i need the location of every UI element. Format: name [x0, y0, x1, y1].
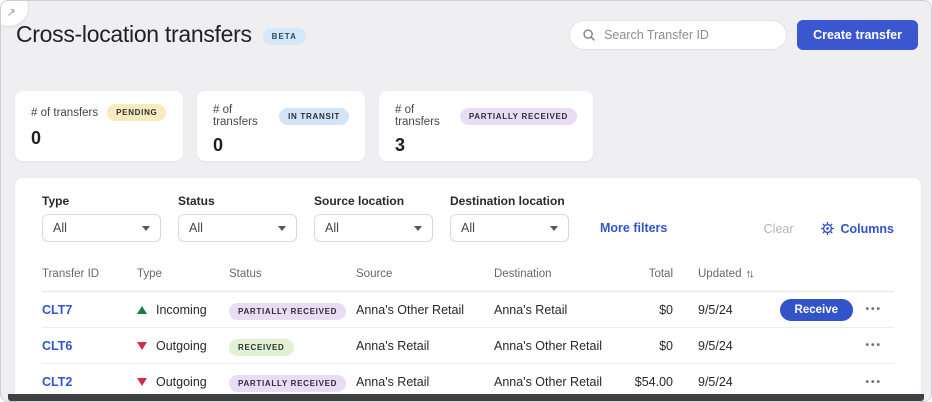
filter-source-location: Source location All [314, 194, 433, 242]
type-cell: Incoming [137, 303, 229, 317]
row-menu-button[interactable]: ••• [863, 304, 894, 315]
destination-cell: Anna's Other Retail [494, 375, 613, 389]
type-label: Outgoing [156, 339, 207, 353]
beta-badge: BETA [263, 28, 306, 45]
status-cell: RECEIVED [229, 339, 356, 353]
col-status: Status [229, 268, 356, 280]
action-cell: Receive [761, 299, 863, 321]
filter-status: Status All [178, 194, 297, 242]
table-row[interactable]: CLT6 Outgoing RECEIVED Anna's Retail Ann… [42, 328, 894, 364]
updated-cell: 9/5/24 [673, 303, 761, 317]
page-header: Cross-location transfers BETA [16, 21, 306, 48]
row-menu-button[interactable]: ••• [863, 377, 894, 388]
sort-arrows-icon: ↑↓ [745, 268, 752, 280]
create-transfer-button[interactable]: Create transfer [797, 20, 918, 50]
col-type: Type [137, 268, 229, 280]
source-location-select[interactable]: All [314, 214, 433, 242]
search-icon [582, 28, 596, 42]
select-value: All [189, 221, 203, 235]
filter-label: Type [42, 194, 161, 208]
chevron-down-icon [142, 226, 150, 231]
filter-label: Source location [314, 194, 433, 208]
destination-cell: Anna's Other Retail [494, 339, 613, 353]
chevron-down-icon [414, 226, 422, 231]
card-label: # of transfers [395, 104, 451, 128]
page-title: Cross-location transfers [16, 21, 252, 48]
transfer-id-link[interactable]: CLT7 [42, 303, 137, 317]
gear-icon [820, 221, 835, 236]
card-pending: # of transfers PENDING 0 [15, 91, 183, 161]
col-source: Source [356, 268, 494, 280]
search-box[interactable] [569, 20, 787, 50]
status-badge: PARTIALLY RECEIVED [229, 375, 346, 392]
more-filters-link[interactable]: More filters [600, 221, 667, 235]
header-actions: Create transfer [569, 20, 918, 50]
filter-type: Type All [42, 194, 161, 242]
status-cell: PARTIALLY RECEIVED [229, 303, 356, 317]
status-badge: RECEIVED [229, 339, 294, 356]
receive-button[interactable]: Receive [780, 299, 853, 321]
outgoing-arrow-icon [137, 342, 147, 350]
summary-cards: # of transfers PENDING 0 # of transfers … [15, 91, 593, 161]
card-value: 3 [395, 135, 577, 156]
chevron-down-icon [550, 226, 558, 231]
search-input[interactable] [604, 28, 774, 42]
source-cell: Anna's Other Retail [356, 303, 494, 317]
updated-cell: 9/5/24 [673, 375, 761, 389]
col-destination: Destination [494, 268, 613, 280]
table-row[interactable]: CLT7 Incoming PARTIALLY RECEIVED Anna's … [42, 292, 894, 328]
total-cell: $0 [613, 303, 673, 317]
columns-label: Columns [841, 222, 894, 236]
type-label: Incoming [156, 303, 207, 317]
card-value: 0 [213, 135, 349, 156]
outgoing-arrow-icon [137, 378, 147, 386]
card-in-transit: # of transfers IN TRANSIT 0 [197, 91, 365, 161]
card-value: 0 [31, 128, 167, 149]
transfers-page: Cross-location transfers BETA Create tra… [0, 0, 932, 402]
type-cell: Outgoing [137, 375, 229, 389]
filter-label: Destination location [450, 194, 569, 208]
card-label: # of transfers [213, 104, 270, 128]
select-value: All [325, 221, 339, 235]
chevron-down-icon [278, 226, 286, 231]
status-badge-pending: PENDING [107, 104, 166, 121]
select-value: All [461, 221, 475, 235]
card-label: # of transfers [31, 107, 98, 119]
col-total: Total [613, 268, 673, 280]
transfers-panel: Type All Status All Source location All [15, 178, 921, 402]
col-updated-label: Updated [698, 268, 741, 280]
status-badge-partially-received: PARTIALLY RECEIVED [460, 108, 577, 125]
destination-location-select[interactable]: All [450, 214, 569, 242]
columns-button[interactable]: Columns [820, 221, 894, 236]
col-updated-sort[interactable]: Updated ↑↓ [673, 268, 761, 280]
status-badge: PARTIALLY RECEIVED [229, 303, 346, 320]
type-select[interactable]: All [42, 214, 161, 242]
filter-bar: Type All Status All Source location All [42, 194, 894, 242]
status-select[interactable]: All [178, 214, 297, 242]
type-label: Outgoing [156, 375, 207, 389]
col-transfer-id: Transfer ID [42, 268, 137, 280]
filter-destination-location: Destination location All [450, 194, 569, 242]
transfer-id-link[interactable]: CLT2 [42, 375, 137, 389]
updated-cell: 9/5/24 [673, 339, 761, 353]
total-cell: $54.00 [613, 375, 673, 389]
incoming-arrow-icon [137, 306, 147, 314]
total-cell: $0 [613, 339, 673, 353]
row-menu-button[interactable]: ••• [863, 340, 894, 351]
filter-label: Status [178, 194, 297, 208]
transfer-id-link[interactable]: CLT6 [42, 339, 137, 353]
table-header: Transfer ID Type Status Source Destinati… [42, 256, 894, 292]
table-actions: Clear Columns [764, 221, 894, 236]
diagonal-arrow-icon [7, 8, 16, 17]
destination-cell: Anna's Retail [494, 303, 613, 317]
card-partially-received: # of transfers PARTIALLY RECEIVED 3 [379, 91, 593, 161]
source-cell: Anna's Retail [356, 375, 494, 389]
window-bottom-edge [8, 394, 924, 401]
clear-filters-button[interactable]: Clear [764, 222, 794, 236]
select-value: All [53, 221, 67, 235]
status-cell: PARTIALLY RECEIVED [229, 375, 356, 389]
source-cell: Anna's Retail [356, 339, 494, 353]
type-cell: Outgoing [137, 339, 229, 353]
status-badge-in-transit: IN TRANSIT [279, 108, 349, 125]
